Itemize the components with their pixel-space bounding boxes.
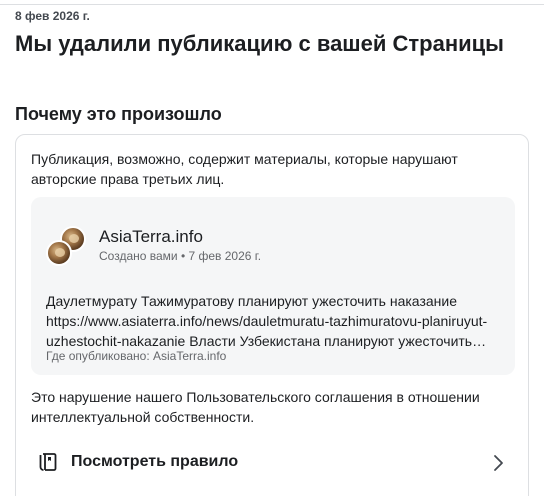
top-divider (0, 0, 544, 5)
removed-post-preview[interactable]: AsiaTerra.info Создано вами • 7 фев 2026… (31, 197, 515, 375)
section-title: Почему это произошло (15, 104, 222, 124)
avatar-image (46, 240, 72, 266)
reason-card: Публикация, возможно, содержит материалы… (15, 134, 529, 496)
notification-date: 8 фев 2026 г. (15, 9, 90, 23)
post-published-where: Где опубликовано: AsiaTerra.info (46, 349, 227, 363)
post-page-name: AsiaTerra.info (99, 227, 203, 246)
violation-text: Это нарушение нашего Пользовательского с… (31, 389, 480, 425)
page-avatar (46, 226, 90, 268)
reason-text: Публикация, возможно, содержит материалы… (31, 151, 458, 187)
chevron-right-icon (494, 455, 503, 471)
view-rule-button[interactable]: Посмотреть правило (16, 441, 528, 485)
view-rule-label: Посмотреть правило (71, 453, 239, 470)
post-text: Даулетмурату Тажимуратову планируют ужес… (46, 293, 488, 349)
post-meta: Создано вами • 7 фев 2026 г. (99, 249, 262, 263)
page-title: Мы удалили публикацию с вашей Страницы (15, 31, 504, 56)
book-icon (39, 453, 57, 471)
notification-page: 8 фев 2026 г. Мы удалили публикацию с ва… (0, 0, 544, 496)
